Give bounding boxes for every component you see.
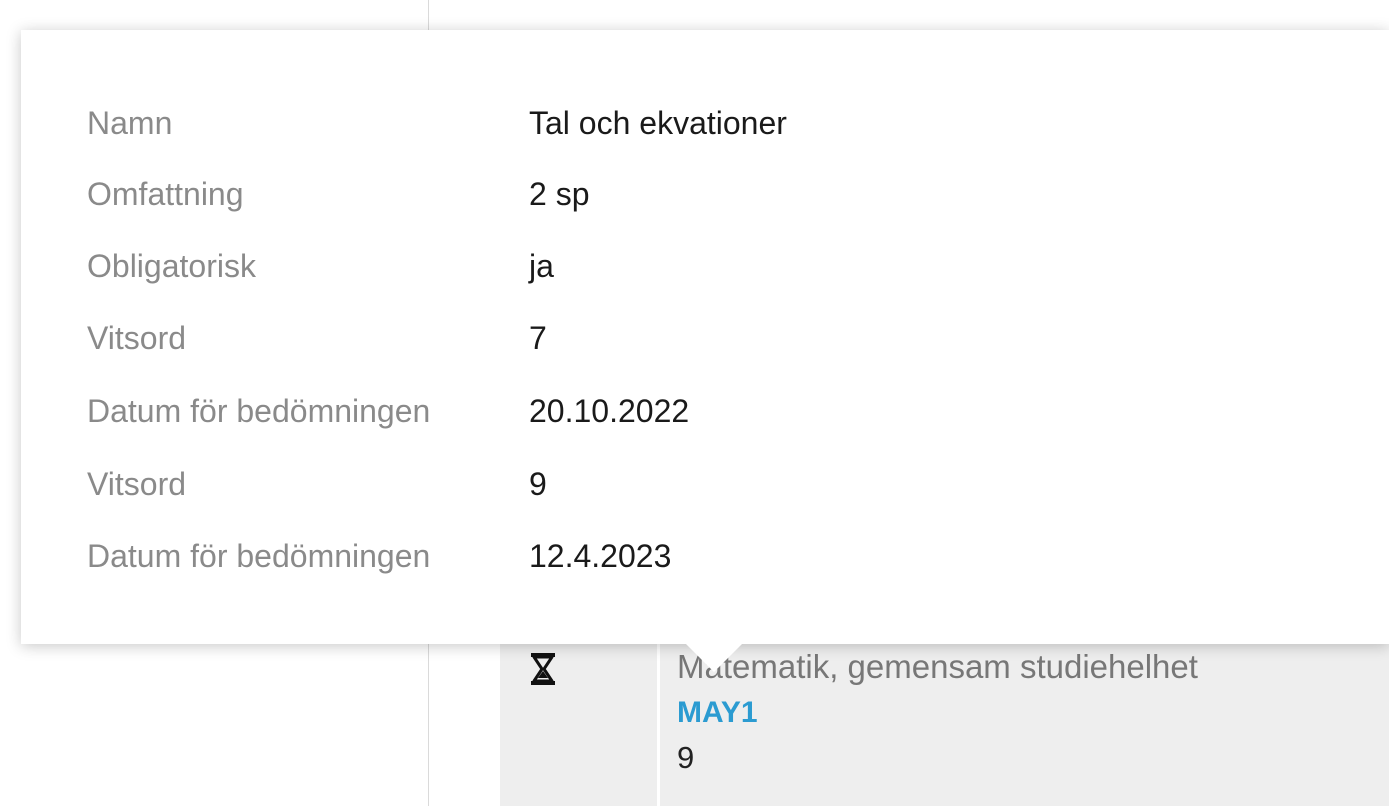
page: Matematik, gemensam studiehelhet MAY1 9 … (0, 0, 1389, 806)
course-grade: 9 (677, 740, 695, 775)
detail-row-scope: Omfattning 2 sp (87, 174, 589, 214)
popup-pointer (686, 644, 742, 672)
detail-value: 9 (529, 465, 547, 502)
detail-row-grade-1: Vitsord 7 (87, 318, 547, 358)
detail-row-assessment-date-1: Datum för bedömningen 20.10.2022 (87, 391, 689, 431)
detail-label: Omfattning (87, 175, 244, 212)
detail-row-name: Namn Tal och ekvationer (87, 103, 787, 143)
detail-value: Tal och ekvationer (529, 104, 787, 141)
course-details-popup: Namn Tal och ekvationer Omfattning 2 sp … (21, 30, 1389, 644)
detail-value: 12.4.2023 (529, 537, 672, 574)
detail-value: 2 sp (529, 175, 590, 212)
detail-row-mandatory: Obligatorisk ja (87, 246, 554, 286)
detail-value: 20.10.2022 (529, 392, 690, 429)
detail-value: 7 (529, 319, 547, 356)
detail-value: ja (529, 247, 554, 284)
detail-label: Datum för bedömningen (87, 392, 431, 429)
hourglass-icon (530, 652, 556, 686)
course-code-link[interactable]: MAY1 (677, 696, 758, 730)
detail-row-grade-2: Vitsord 9 (87, 464, 547, 504)
detail-label: Datum för bedömningen (87, 537, 431, 574)
course-name: Matematik, gemensam studiehelhet (677, 648, 1198, 685)
detail-label: Vitsord (87, 319, 187, 356)
detail-label: Obligatorisk (87, 247, 256, 284)
detail-row-assessment-date-2: Datum för bedömningen 12.4.2023 (87, 536, 671, 576)
detail-label: Namn (87, 104, 173, 141)
detail-label: Vitsord (87, 465, 187, 502)
